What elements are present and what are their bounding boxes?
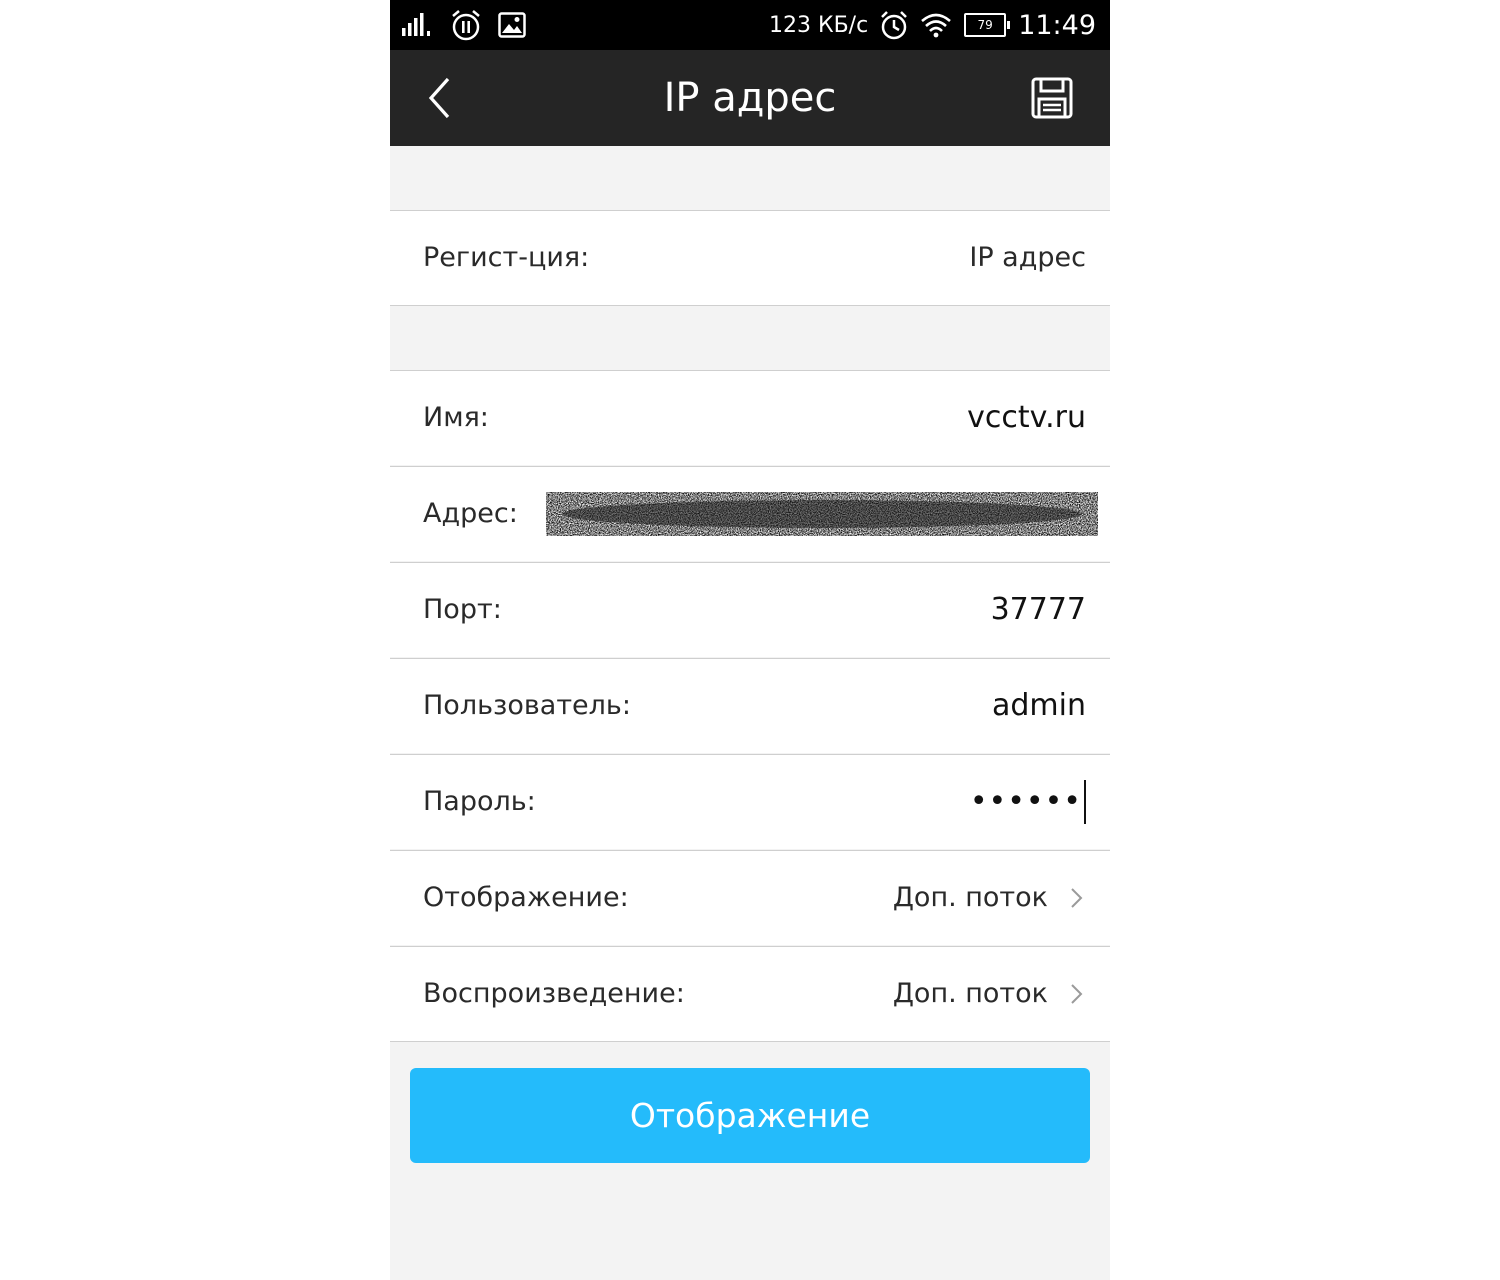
- phone-screen: 123 КБ/с 79 11:49 IP адрес Регист-ция: I…: [390, 0, 1110, 1280]
- alarm-clock-icon: [881, 11, 908, 40]
- password-label: Пароль:: [423, 786, 536, 817]
- name-row: Имя: vcctv.ru: [390, 370, 1110, 465]
- playback-value: Доп. поток: [892, 978, 1048, 1009]
- address-label: Адрес:: [423, 498, 518, 529]
- address-field-redacted[interactable]: [545, 489, 1100, 539]
- user-field[interactable]: admin: [992, 659, 1086, 753]
- registration-row[interactable]: Регист-ция: IP адрес: [390, 210, 1110, 306]
- page-title: IP адрес: [663, 75, 837, 121]
- address-row: Адрес:: [390, 466, 1110, 561]
- display-label: Отображение:: [423, 882, 629, 913]
- display-button[interactable]: Отображение: [410, 1068, 1090, 1163]
- port-row: Порт: 37777: [390, 562, 1110, 657]
- status-bar-right: 123 КБ/с 79 11:49: [769, 0, 1096, 50]
- playback-label: Воспроизведение:: [423, 978, 685, 1009]
- user-label: Пользователь:: [423, 690, 631, 721]
- image-notification-icon: [498, 12, 526, 38]
- text-cursor: [1084, 780, 1086, 824]
- registration-value: IP адрес: [969, 242, 1086, 273]
- wifi-icon: [921, 13, 952, 38]
- alarm-app-icon: [452, 10, 480, 41]
- network-speed: 123 КБ/с: [768, 12, 869, 38]
- back-button[interactable]: [418, 76, 462, 120]
- name-field[interactable]: vcctv.ru: [967, 371, 1086, 465]
- registration-label: Регист-ция:: [423, 242, 590, 273]
- chevron-left-icon: [428, 77, 450, 119]
- playback-row[interactable]: Воспроизведение: Доп. поток: [390, 946, 1110, 1042]
- battery-icon: 79: [964, 13, 1011, 37]
- signal-icon: [402, 13, 430, 36]
- status-bar-left: [400, 0, 526, 50]
- status-time: 11:49: [1018, 9, 1096, 41]
- chevron-right-icon: [1071, 984, 1083, 1004]
- display-row[interactable]: Отображение: Доп. поток: [390, 850, 1110, 945]
- chevron-right-icon: [1071, 888, 1083, 908]
- password-row: Пароль: ••••••: [390, 754, 1110, 849]
- name-label: Имя:: [423, 402, 489, 433]
- password-value: ••••••: [969, 784, 1082, 819]
- status-bar: 123 КБ/с 79 11:49: [390, 0, 1110, 50]
- port-label: Порт:: [423, 594, 502, 625]
- save-icon: [1031, 77, 1073, 119]
- port-field[interactable]: 37777: [991, 563, 1086, 657]
- display-value: Доп. поток: [892, 882, 1048, 913]
- title-bar: IP адрес: [390, 50, 1110, 146]
- save-button[interactable]: [1030, 76, 1074, 120]
- password-field[interactable]: ••••••: [970, 755, 1086, 849]
- user-row: Пользователь: admin: [390, 658, 1110, 753]
